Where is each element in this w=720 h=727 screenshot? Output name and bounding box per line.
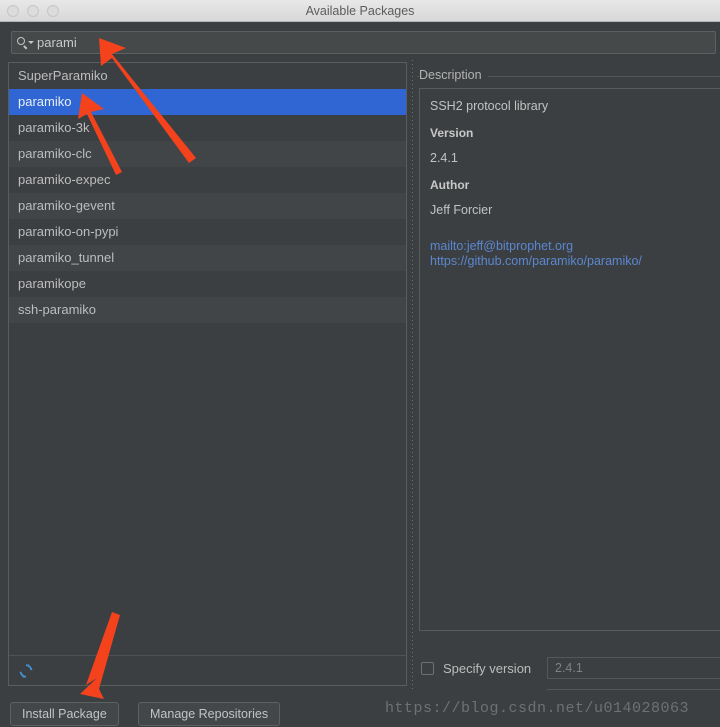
description-group: Description SSH2 protocol library Versio… — [417, 68, 720, 641]
package-list-item[interactable]: SuperParamiko — [9, 63, 406, 89]
search-input-value: parami — [37, 35, 77, 50]
description-links: mailto:jeff@bitprophet.org https://github… — [430, 239, 719, 269]
package-list-item[interactable]: paramiko-gevent — [9, 193, 406, 219]
chevron-down-icon — [28, 40, 34, 44]
description-content: SSH2 protocol library Version 2.4.1 Auth… — [419, 88, 720, 631]
panel-splitter[interactable] — [409, 60, 416, 690]
refresh-icon[interactable] — [18, 663, 34, 679]
specify-version-checkbox[interactable] — [421, 661, 434, 675]
description-panel: Description SSH2 protocol library Versio… — [417, 60, 720, 711]
description-summary: SSH2 protocol library — [430, 99, 549, 113]
search-input[interactable]: parami — [11, 31, 716, 54]
description-link[interactable]: mailto:jeff@bitprophet.org — [430, 239, 719, 254]
author-value: Jeff Forcier — [430, 203, 493, 217]
search-row: parami — [0, 22, 720, 60]
author-label: Author — [430, 178, 470, 192]
description-link[interactable]: https://github.com/paramiko/paramiko/ — [430, 254, 719, 269]
window-titlebar: Available Packages — [0, 0, 720, 22]
package-list-item[interactable]: paramiko_tunnel — [9, 245, 406, 271]
specify-version-row: Specify version 2.4.1 — [417, 655, 720, 681]
package-list-panel: SuperParamiko paramiko paramiko-3k paramiko… — [8, 62, 407, 686]
window-title: Available Packages — [305, 4, 415, 18]
package-list-item[interactable]: paramiko — [9, 89, 406, 115]
version-value: 2.4.1 — [430, 151, 458, 165]
install-package-button[interactable]: Install Package — [10, 702, 119, 726]
package-list[interactable]: SuperParamiko paramiko paramiko-3k paramiko… — [9, 63, 406, 655]
main-content: SuperParamiko paramiko paramiko-3k paramiko… — [0, 60, 720, 711]
package-list-item[interactable]: paramiko-expec — [9, 167, 406, 193]
watermark: https://blog.csdn.net/u014028063 — [385, 700, 690, 717]
search-icon[interactable] — [17, 36, 34, 50]
version-label: Version — [430, 126, 474, 140]
package-list-item[interactable]: paramikope — [9, 271, 406, 297]
package-list-item[interactable]: ssh-paramiko — [9, 297, 406, 323]
package-list-toolbar — [9, 655, 406, 685]
package-list-item[interactable]: paramiko-on-pypi — [9, 219, 406, 245]
description-legend: Description — [419, 68, 488, 82]
specify-version-field[interactable]: 2.4.1 — [547, 657, 720, 679]
specify-version-label: Specify version — [443, 660, 532, 676]
manage-repositories-button[interactable]: Manage Repositories — [138, 702, 281, 726]
package-list-item[interactable]: paramiko-3k — [9, 115, 406, 141]
package-list-item[interactable]: paramiko-clc — [9, 141, 406, 167]
